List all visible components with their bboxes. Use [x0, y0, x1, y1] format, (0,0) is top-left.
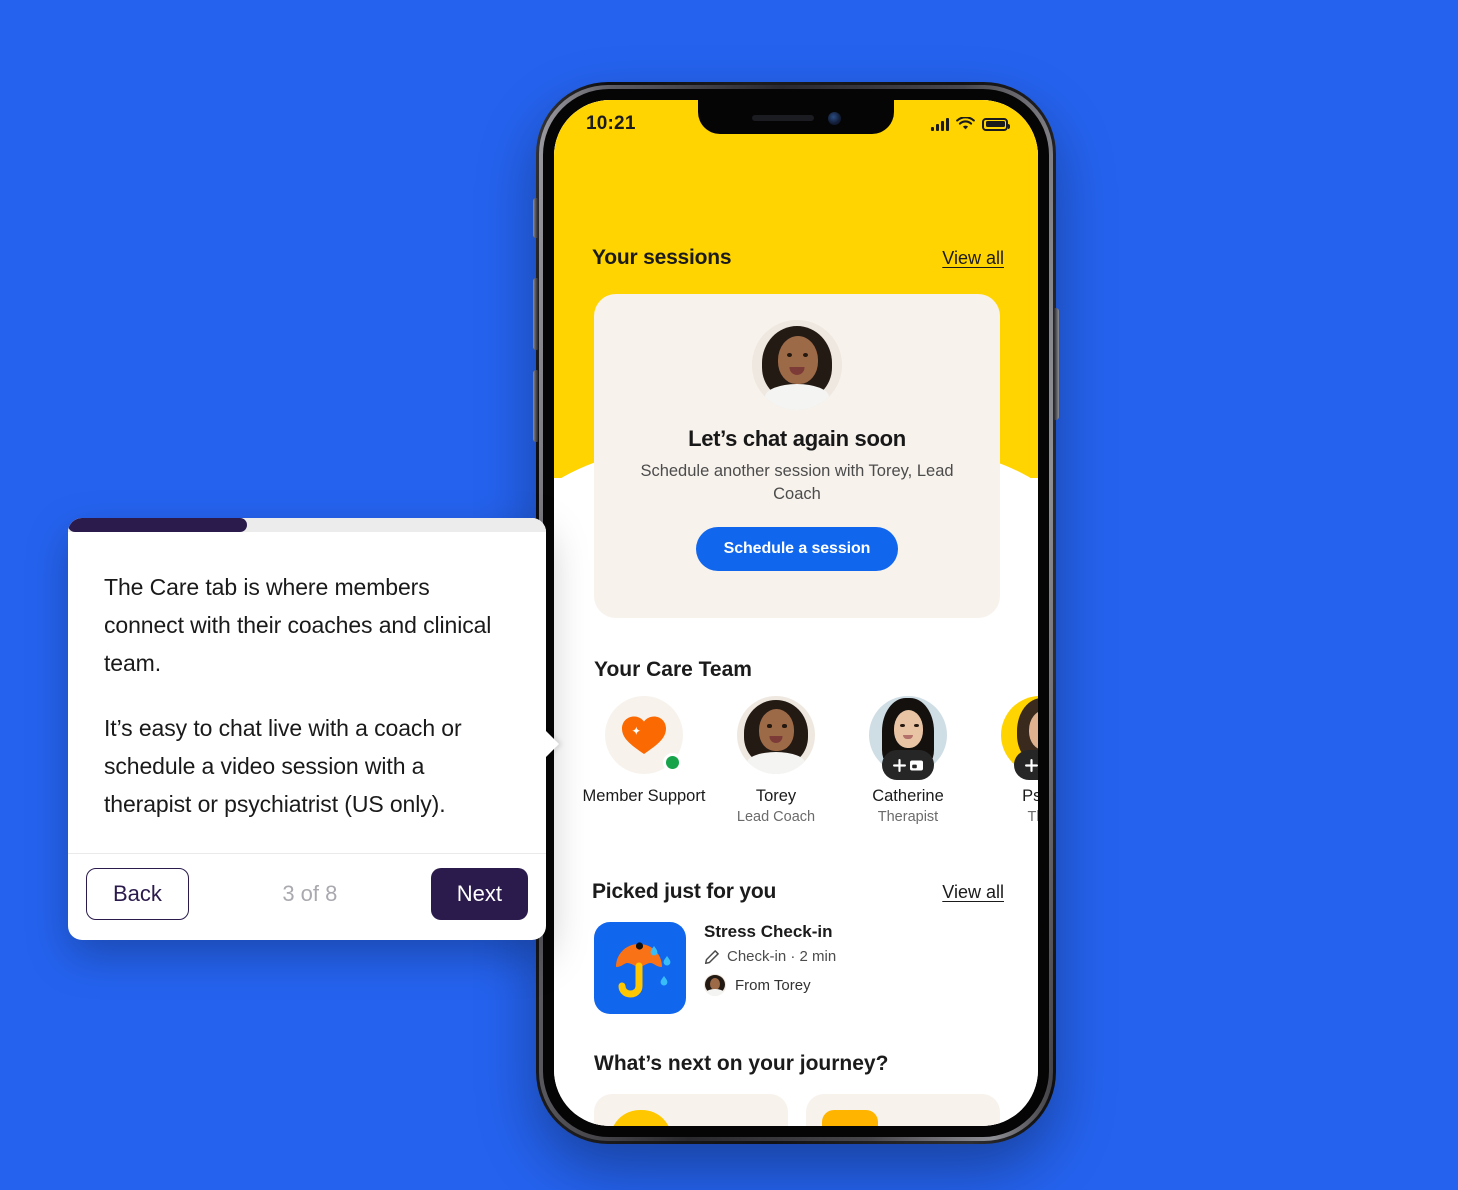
tooltip-progress-bar	[68, 518, 546, 532]
heart-sparkle-icon	[622, 716, 666, 754]
sessions-title: Your sessions	[592, 246, 732, 269]
wifi-icon	[956, 117, 975, 130]
plus-icon	[892, 758, 906, 772]
phone-screen: 10:21 Your sessions View all Let’s chat …	[554, 100, 1038, 1126]
care-team-member-name: Member Support	[582, 787, 706, 805]
session-card-title: Let’s chat again soon	[688, 426, 906, 451]
journey-card[interactable]	[594, 1094, 788, 1126]
picked-title: Picked just for you	[592, 880, 777, 903]
phone-volume-down-button[interactable]	[533, 370, 538, 442]
schedule-a-session-button[interactable]: Schedule a session	[695, 526, 899, 571]
pencil-icon	[704, 949, 719, 964]
journey-card-list	[594, 1094, 1000, 1126]
onboarding-tooltip: The Care tab is where members connect wi…	[68, 518, 559, 941]
torey-mini-avatar	[704, 974, 726, 996]
picked-section-header: Picked just for you View all	[592, 880, 1004, 904]
care-team-member-name: Catherine	[872, 787, 944, 805]
tooltip-footer: Back 3 of 8 Next	[68, 853, 546, 940]
online-status-dot	[663, 753, 682, 772]
care-team-member-name: Psyc	[1022, 787, 1038, 805]
session-card-subtitle: Schedule another session with Torey, Lea…	[640, 462, 954, 504]
phone-volume-up-button[interactable]	[533, 278, 538, 350]
journey-card[interactable]	[806, 1094, 1000, 1126]
sessions-view-all-link[interactable]: View all	[942, 248, 1004, 269]
picked-item-meta: Check-in · 2 min	[704, 948, 836, 965]
care-team-title: Your Care Team	[594, 658, 752, 681]
phone-notch	[698, 100, 894, 134]
care-team-member-role: Lead Coach	[736, 809, 816, 825]
status-bar-time: 10:21	[586, 113, 636, 134]
back-button[interactable]: Back	[86, 868, 189, 921]
schedule-badge[interactable]	[1014, 750, 1038, 780]
tooltip-paragraph-2: It’s easy to chat live with a coach or s…	[104, 714, 462, 817]
yellow-arch-shape	[610, 1110, 672, 1126]
step-counter: 3 of 8	[282, 881, 338, 907]
cellular-bars-icon	[931, 117, 949, 131]
umbrella-rain-icon	[594, 922, 686, 1014]
next-session-card[interactable]: Let’s chat again soon Schedule another s…	[594, 294, 1000, 618]
picked-item-from-text: From Torey	[735, 976, 811, 994]
plus-icon	[1024, 758, 1038, 772]
care-team-member-torey[interactable]: Torey Lead Coach	[710, 696, 842, 825]
care-team-member-member-support[interactable]: Member Support	[578, 696, 710, 809]
care-team-member-role: Therapist	[877, 809, 939, 825]
tooltip-paragraph-1: The Care tab is where members connect wi…	[104, 574, 492, 677]
earpiece-speaker-icon	[751, 115, 814, 121]
journey-title: What’s next on your journey?	[594, 1052, 889, 1075]
phone-mockup: 10:21 Your sessions View all Let’s chat …	[533, 82, 1059, 1144]
coach-torey-avatar	[752, 320, 842, 410]
status-bar-icons	[931, 117, 1010, 131]
torey-photo	[737, 696, 815, 774]
phone-mute-switch[interactable]	[533, 198, 538, 238]
picked-item-title: Stress Check-in	[704, 922, 833, 941]
tooltip-pointer-arrow	[545, 730, 559, 758]
picked-view-all-link[interactable]: View all	[942, 882, 1004, 903]
yellow-square-shape	[822, 1110, 878, 1126]
care-team-member-role: The	[1027, 809, 1039, 825]
tooltip-body: The Care tab is where members connect wi…	[68, 532, 546, 853]
tooltip-progress-fill	[68, 518, 248, 532]
picked-content-item[interactable]: Stress Check-in Check-in · 2 min From To…	[594, 922, 1000, 1014]
front-camera-icon	[827, 111, 841, 125]
picked-item-meta-text: Check-in · 2 min	[727, 948, 837, 965]
picked-item-from: From Torey	[704, 974, 836, 996]
video-window-icon	[909, 760, 923, 770]
care-team-member-catherine[interactable]: Catherine Therapist	[842, 696, 974, 825]
phone-power-button[interactable]	[1054, 308, 1059, 420]
care-team-list[interactable]: Member Support Torey Lead Coach Catherin…	[578, 696, 1038, 825]
battery-full-icon	[982, 117, 1010, 131]
schedule-badge[interactable]	[882, 750, 934, 780]
sessions-section-header: Your sessions View all	[592, 246, 1004, 270]
care-tab-screen: 10:21 Your sessions View all Let’s chat …	[554, 100, 1038, 1126]
care-team-member-psychiatrist[interactable]: Psyc The	[974, 696, 1038, 825]
next-button[interactable]: Next	[430, 868, 528, 921]
care-team-member-name: Torey	[755, 787, 797, 805]
